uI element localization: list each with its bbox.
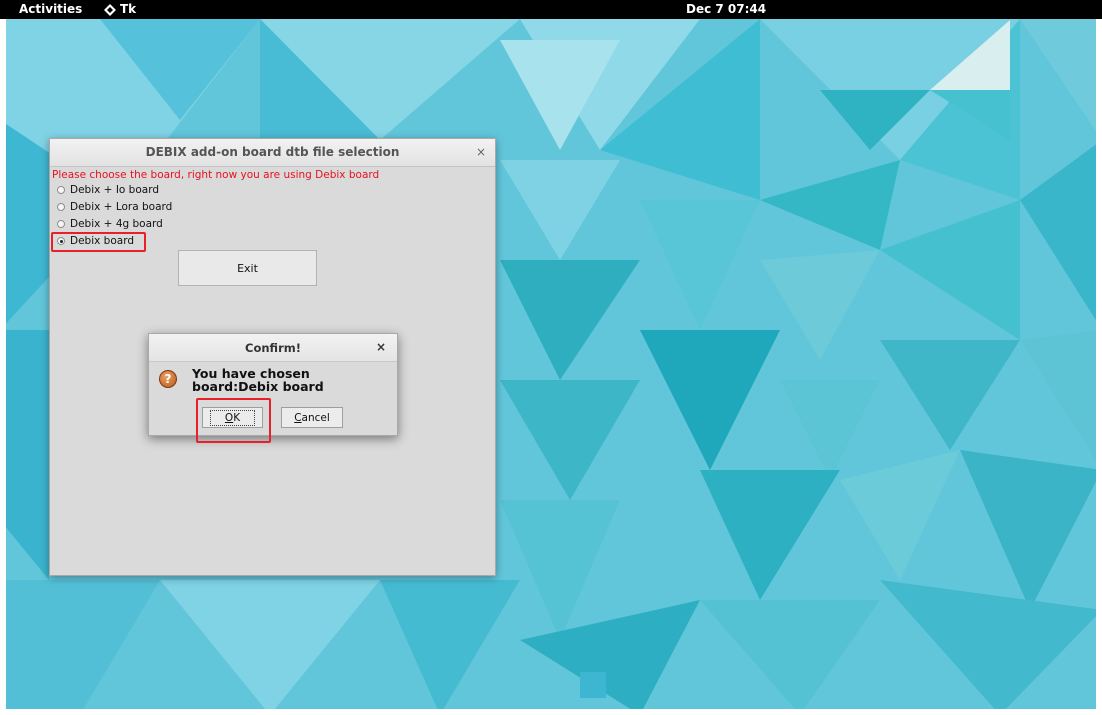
activities-button[interactable]: Activities [19, 0, 82, 19]
radio-option-io-board[interactable]: Debix + Io board [57, 184, 159, 196]
instruction-text: Please choose the board, right now you a… [52, 169, 380, 181]
window-titlebar[interactable]: DEBIX add-on board dtb file selection × [50, 139, 495, 167]
confirm-dialog: Confirm! × ? You have chosen board:Debix… [148, 333, 398, 443]
app-menu[interactable]: Tk [104, 0, 136, 19]
radio-button[interactable] [57, 220, 65, 228]
radio-option-lora-board[interactable]: Debix + Lora board [57, 201, 172, 213]
cancel-button[interactable]: Cancel [281, 407, 343, 428]
cancel-mnemonic: C [294, 411, 302, 424]
top-bar: Activities Tk Dec 7 07:44 [0, 0, 1102, 19]
highlight-box [196, 398, 271, 443]
cancel-label-rest: ancel [301, 411, 330, 424]
highlight-box [51, 232, 146, 252]
dialog-title: Confirm! [245, 341, 301, 355]
radio-label: Debix + Io board [70, 184, 159, 196]
close-icon[interactable]: × [376, 340, 386, 354]
radio-option-4g-board[interactable]: Debix + 4g board [57, 218, 163, 230]
exit-button[interactable]: Exit [178, 250, 317, 286]
radio-label: Debix + Lora board [70, 201, 173, 213]
close-icon[interactable]: × [476, 145, 486, 159]
clock[interactable]: Dec 7 07:44 [686, 0, 766, 19]
radio-button[interactable] [57, 186, 65, 194]
app-menu-label: Tk [120, 2, 137, 16]
radio-button[interactable] [57, 203, 65, 211]
window-title: DEBIX add-on board dtb file selection [145, 145, 400, 159]
dialog-titlebar[interactable]: Confirm! × [149, 334, 397, 362]
question-icon: ? [159, 370, 177, 388]
dialog-message: You have chosen board:Debix board [192, 366, 324, 394]
tk-app-icon [104, 3, 116, 16]
radio-label: Debix + 4g board [70, 218, 163, 230]
